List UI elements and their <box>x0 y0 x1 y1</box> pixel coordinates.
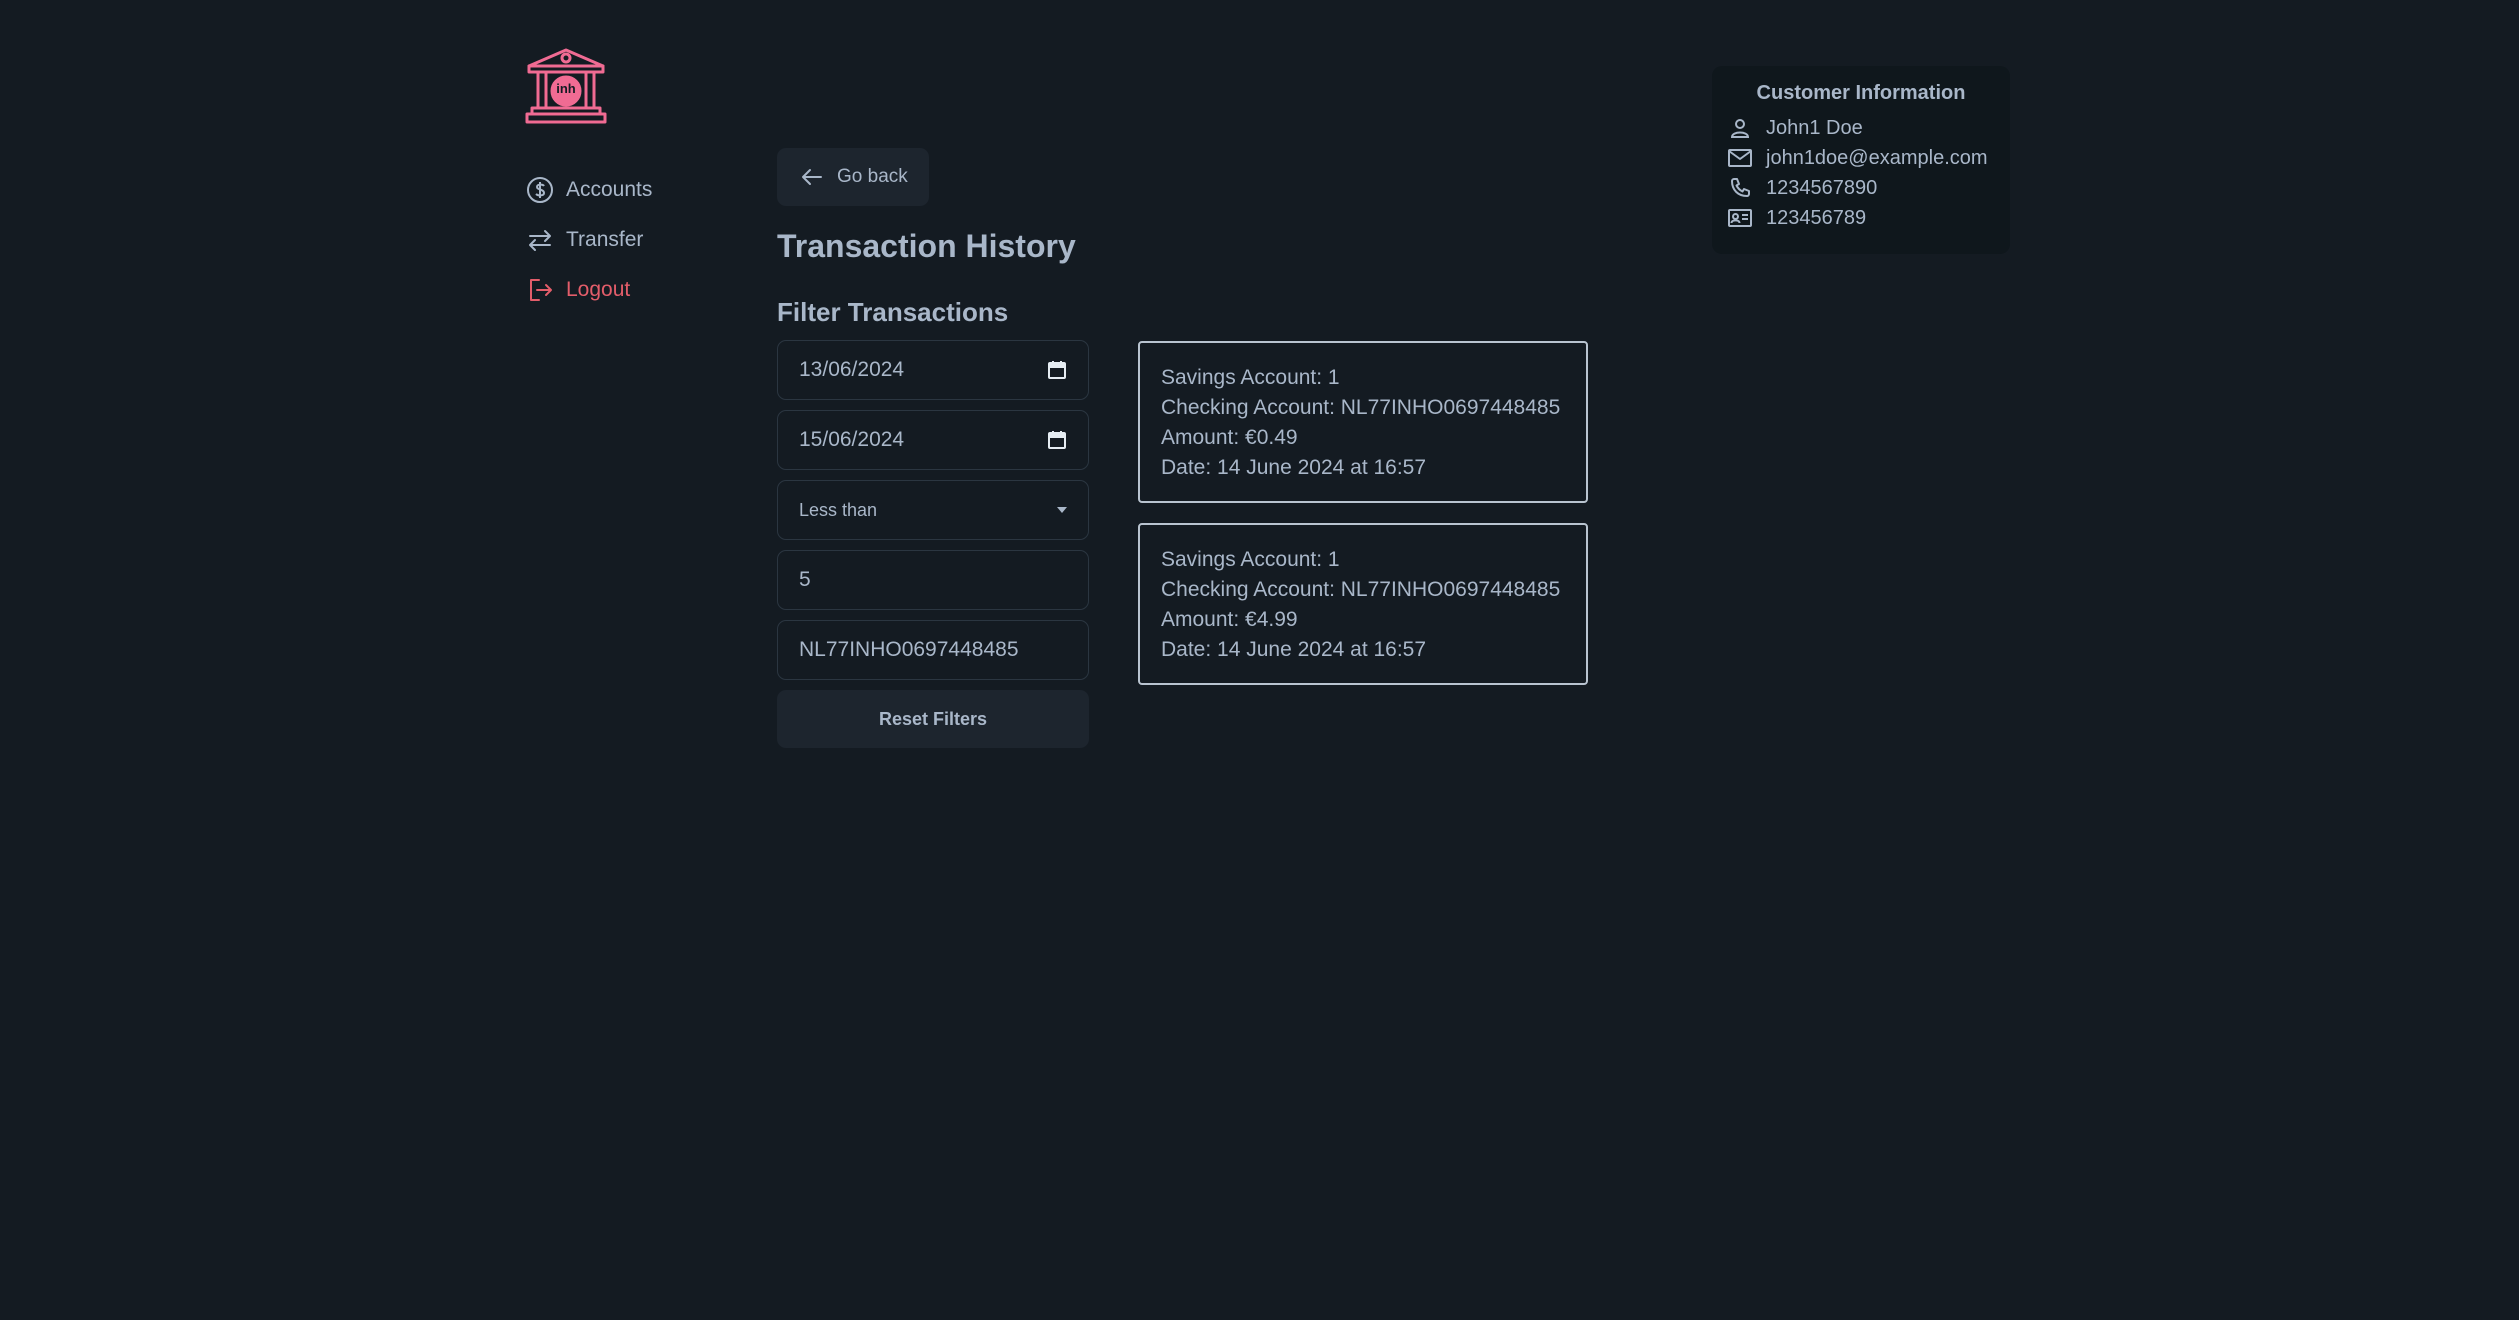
page-title: Transaction History <box>777 228 1076 264</box>
nav-item-logout[interactable]: Logout <box>524 272 652 308</box>
customer-info-title: Customer Information <box>1756 82 1966 104</box>
calendar-icon[interactable] <box>1047 430 1067 450</box>
mail-icon <box>1726 146 1754 170</box>
transaction-card: Savings Account: 1 Checking Account: NL7… <box>1138 341 1588 503</box>
arrows-swap-icon <box>524 224 556 256</box>
nav-item-accounts[interactable]: Accounts <box>524 172 652 208</box>
transaction-checking: Checking Account: NL77INHO0697448485 <box>1161 578 1561 601</box>
sidebar-nav: Accounts Transfer Logout <box>524 172 652 322</box>
transaction-date: Date: 14 June 2024 at 16:57 <box>1161 638 1427 661</box>
customer-id: 123456789 <box>1766 206 1867 229</box>
date-to-input[interactable]: 15/06/2024 <box>777 410 1089 470</box>
customer-email-row: john1doe@example.com <box>1726 143 1996 173</box>
transaction-savings: Savings Account: 1 <box>1161 366 1340 389</box>
transaction-card: Savings Account: 1 Checking Account: NL7… <box>1138 523 1588 685</box>
chevron-down-icon <box>1057 507 1067 513</box>
customer-phone: 1234567890 <box>1766 176 1878 199</box>
iban-value: NL77INHO0697448485 <box>799 638 1019 661</box>
customer-info-panel: Customer Information John1 Doe john1doe@… <box>1712 66 2010 254</box>
transaction-list: Savings Account: 1 Checking Account: NL7… <box>1138 341 1588 705</box>
nav-item-transfer[interactable]: Transfer <box>524 222 652 258</box>
date-to-value: 15/06/2024 <box>799 428 905 451</box>
customer-id-row: 123456789 <box>1726 203 1996 233</box>
arrow-left-icon <box>799 164 825 190</box>
comparison-select[interactable]: Less than <box>777 480 1089 540</box>
nav-label-accounts: Accounts <box>566 178 653 201</box>
nav-label-logout: Logout <box>566 278 631 301</box>
logo-text: inh <box>556 81 576 96</box>
logout-icon <box>524 274 556 306</box>
transaction-savings: Savings Account: 1 <box>1161 548 1340 571</box>
user-icon <box>1726 116 1754 140</box>
go-back-label: Go back <box>837 166 908 187</box>
dollar-circle-icon <box>524 174 556 206</box>
transaction-amount: Amount: €4.99 <box>1161 608 1298 631</box>
date-from-input[interactable]: 13/06/2024 <box>777 340 1089 400</box>
transaction-amount: Amount: €0.49 <box>1161 426 1298 449</box>
transaction-checking: Checking Account: NL77INHO0697448485 <box>1161 396 1561 419</box>
phone-icon <box>1726 176 1754 200</box>
filter-title: Filter Transactions <box>777 297 1009 327</box>
iban-input[interactable]: NL77INHO0697448485 <box>777 620 1089 680</box>
transaction-date: Date: 14 June 2024 at 16:57 <box>1161 456 1427 479</box>
filter-form: 13/06/2024 15/06/2024 Less than 5 NL77IN… <box>777 340 1089 748</box>
comparison-value: Less than <box>799 499 878 520</box>
nav-label-transfer: Transfer <box>566 228 644 251</box>
amount-input[interactable]: 5 <box>777 550 1089 610</box>
bank-logo: inh <box>524 46 608 126</box>
date-from-value: 13/06/2024 <box>799 358 905 381</box>
go-back-button[interactable]: Go back <box>777 148 929 206</box>
customer-email: john1doe@example.com <box>1766 146 1988 169</box>
customer-phone-row: 1234567890 <box>1726 173 1996 203</box>
amount-value: 5 <box>799 568 811 591</box>
customer-name: John1 Doe <box>1766 116 1863 139</box>
reset-filters-button[interactable]: Reset Filters <box>777 690 1089 748</box>
calendar-icon[interactable] <box>1047 360 1067 380</box>
customer-name-row: John1 Doe <box>1726 113 1996 143</box>
id-card-icon <box>1726 206 1754 230</box>
